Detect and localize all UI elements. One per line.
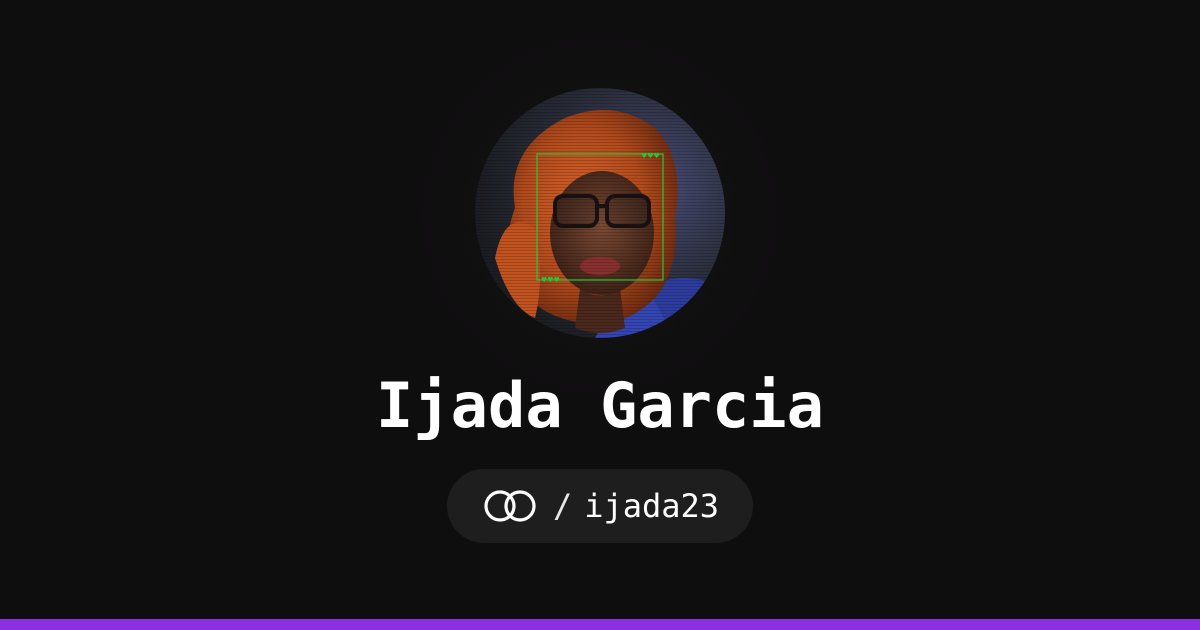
profile-card: ♥♥♥ ♥♥♥ Ijada Garcia / ijada23 (0, 0, 1200, 630)
avatar-photo: ♥♥♥ ♥♥♥ (475, 88, 725, 338)
avatar: ♥♥♥ ♥♥♥ (475, 88, 725, 338)
profile-name: Ijada Garcia (376, 369, 824, 442)
accent-bar (0, 619, 1200, 630)
handle-badge[interactable]: / ijada23 (447, 469, 753, 543)
svg-text:♥♥♥: ♥♥♥ (541, 276, 560, 284)
username-handle: ijada23 (584, 487, 720, 525)
handle-separator: / (552, 487, 573, 525)
interlocking-rings-icon (481, 488, 539, 524)
svg-text:♥♥♥: ♥♥♥ (641, 152, 660, 160)
